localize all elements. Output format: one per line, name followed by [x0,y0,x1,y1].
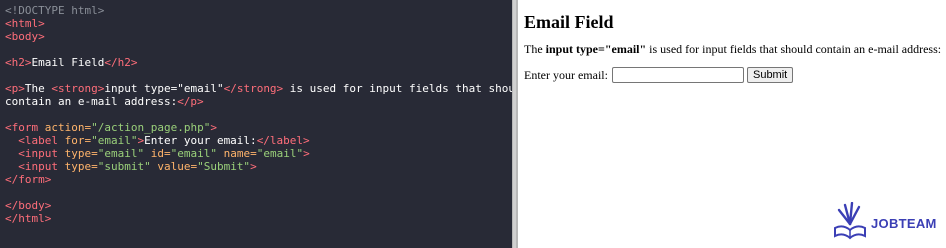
code-line: </form> [5,173,512,186]
code-token: type= [64,160,98,173]
code-line: <p>The <strong>input type="email"</stron… [5,82,528,95]
code-token: name= [216,147,257,160]
code-token: "email" [256,147,304,160]
code-token: type= [64,147,98,160]
code-token: </body> [5,199,52,212]
code-token: is used for input fields that should [283,82,529,95]
code-token: <!DOCTYPE html> [5,4,105,17]
code-line: <input type="submit" value="Submit"> [5,160,512,173]
code-line: <h2>Email Field</h2> [5,56,512,69]
code-token: "Submit" [197,160,251,173]
code-line: </html> [5,212,512,225]
code-token: > [210,121,217,134]
code-token: > [303,147,310,160]
code-token: id= [144,147,171,160]
code-token: </p> [177,95,204,108]
code-token: <html> [5,17,45,30]
description-prefix: The [524,42,546,56]
code-line: <form action="/action_page.php"> [5,121,512,134]
code-line: contain an e-mail address:</p> [5,95,512,108]
code-token: <form [5,121,45,134]
code-token: </form> [5,173,52,186]
code-line: <html> [5,17,512,30]
code-token: <input [5,160,65,173]
description-paragraph: The input type="email" is used for input… [524,42,946,57]
code-line: <body> [5,30,512,43]
code-line: </body> [5,199,512,212]
code-token: > [250,160,257,173]
code-token: <strong> [51,82,105,95]
page-title: Email Field [524,12,614,32]
code-editor[interactable]: <!DOCTYPE html> <html> <body> <h2>Email Fie… [0,0,528,248]
code-token: contain an e-mail address: [5,95,178,108]
code-token: <h2> [5,56,32,69]
email-label: Enter your email: [524,67,608,82]
code-token: for= [64,134,92,147]
code-token: <input [5,147,65,160]
code-token: </html> [5,212,52,225]
code-line: <!DOCTYPE html> [5,4,512,17]
code-token: input type="email" [104,82,224,95]
code-token: "email" [91,134,138,147]
code-token: The [24,82,52,95]
code-token: "email" [97,147,145,160]
code-line: <input type="email" id="email" name="ema… [5,147,512,160]
code-token: Enter your email: [144,134,257,147]
code-token: </label> [256,134,310,147]
code-token: </h2> [104,56,138,69]
code-token: <body> [5,30,45,43]
description-suffix: is used for input fields that should con… [646,42,942,56]
code-token: "email" [170,147,217,160]
code-token: </strong> [223,82,284,95]
email-form: Enter your email: Submit [524,67,946,83]
email-input[interactable] [611,67,744,83]
pane-divider-handle[interactable] [513,0,516,248]
code-token: "/action_page.php" [91,121,211,134]
code-line: <label for="email">Enter your email:</la… [5,134,512,147]
code-token: value= [150,160,198,173]
logo-text: JOBTEAM [871,216,937,231]
code-token: <p> [5,82,25,95]
code-token: Email Field [31,56,105,69]
book-rays-icon [833,201,867,245]
code-token: action= [44,121,92,134]
submit-button[interactable]: Submit [746,67,794,83]
description-strong: input type="email" [545,42,647,56]
code-token: <label [5,134,65,147]
jobteam-logo: JOBTEAM [833,201,937,245]
code-token: "submit" [97,160,151,173]
